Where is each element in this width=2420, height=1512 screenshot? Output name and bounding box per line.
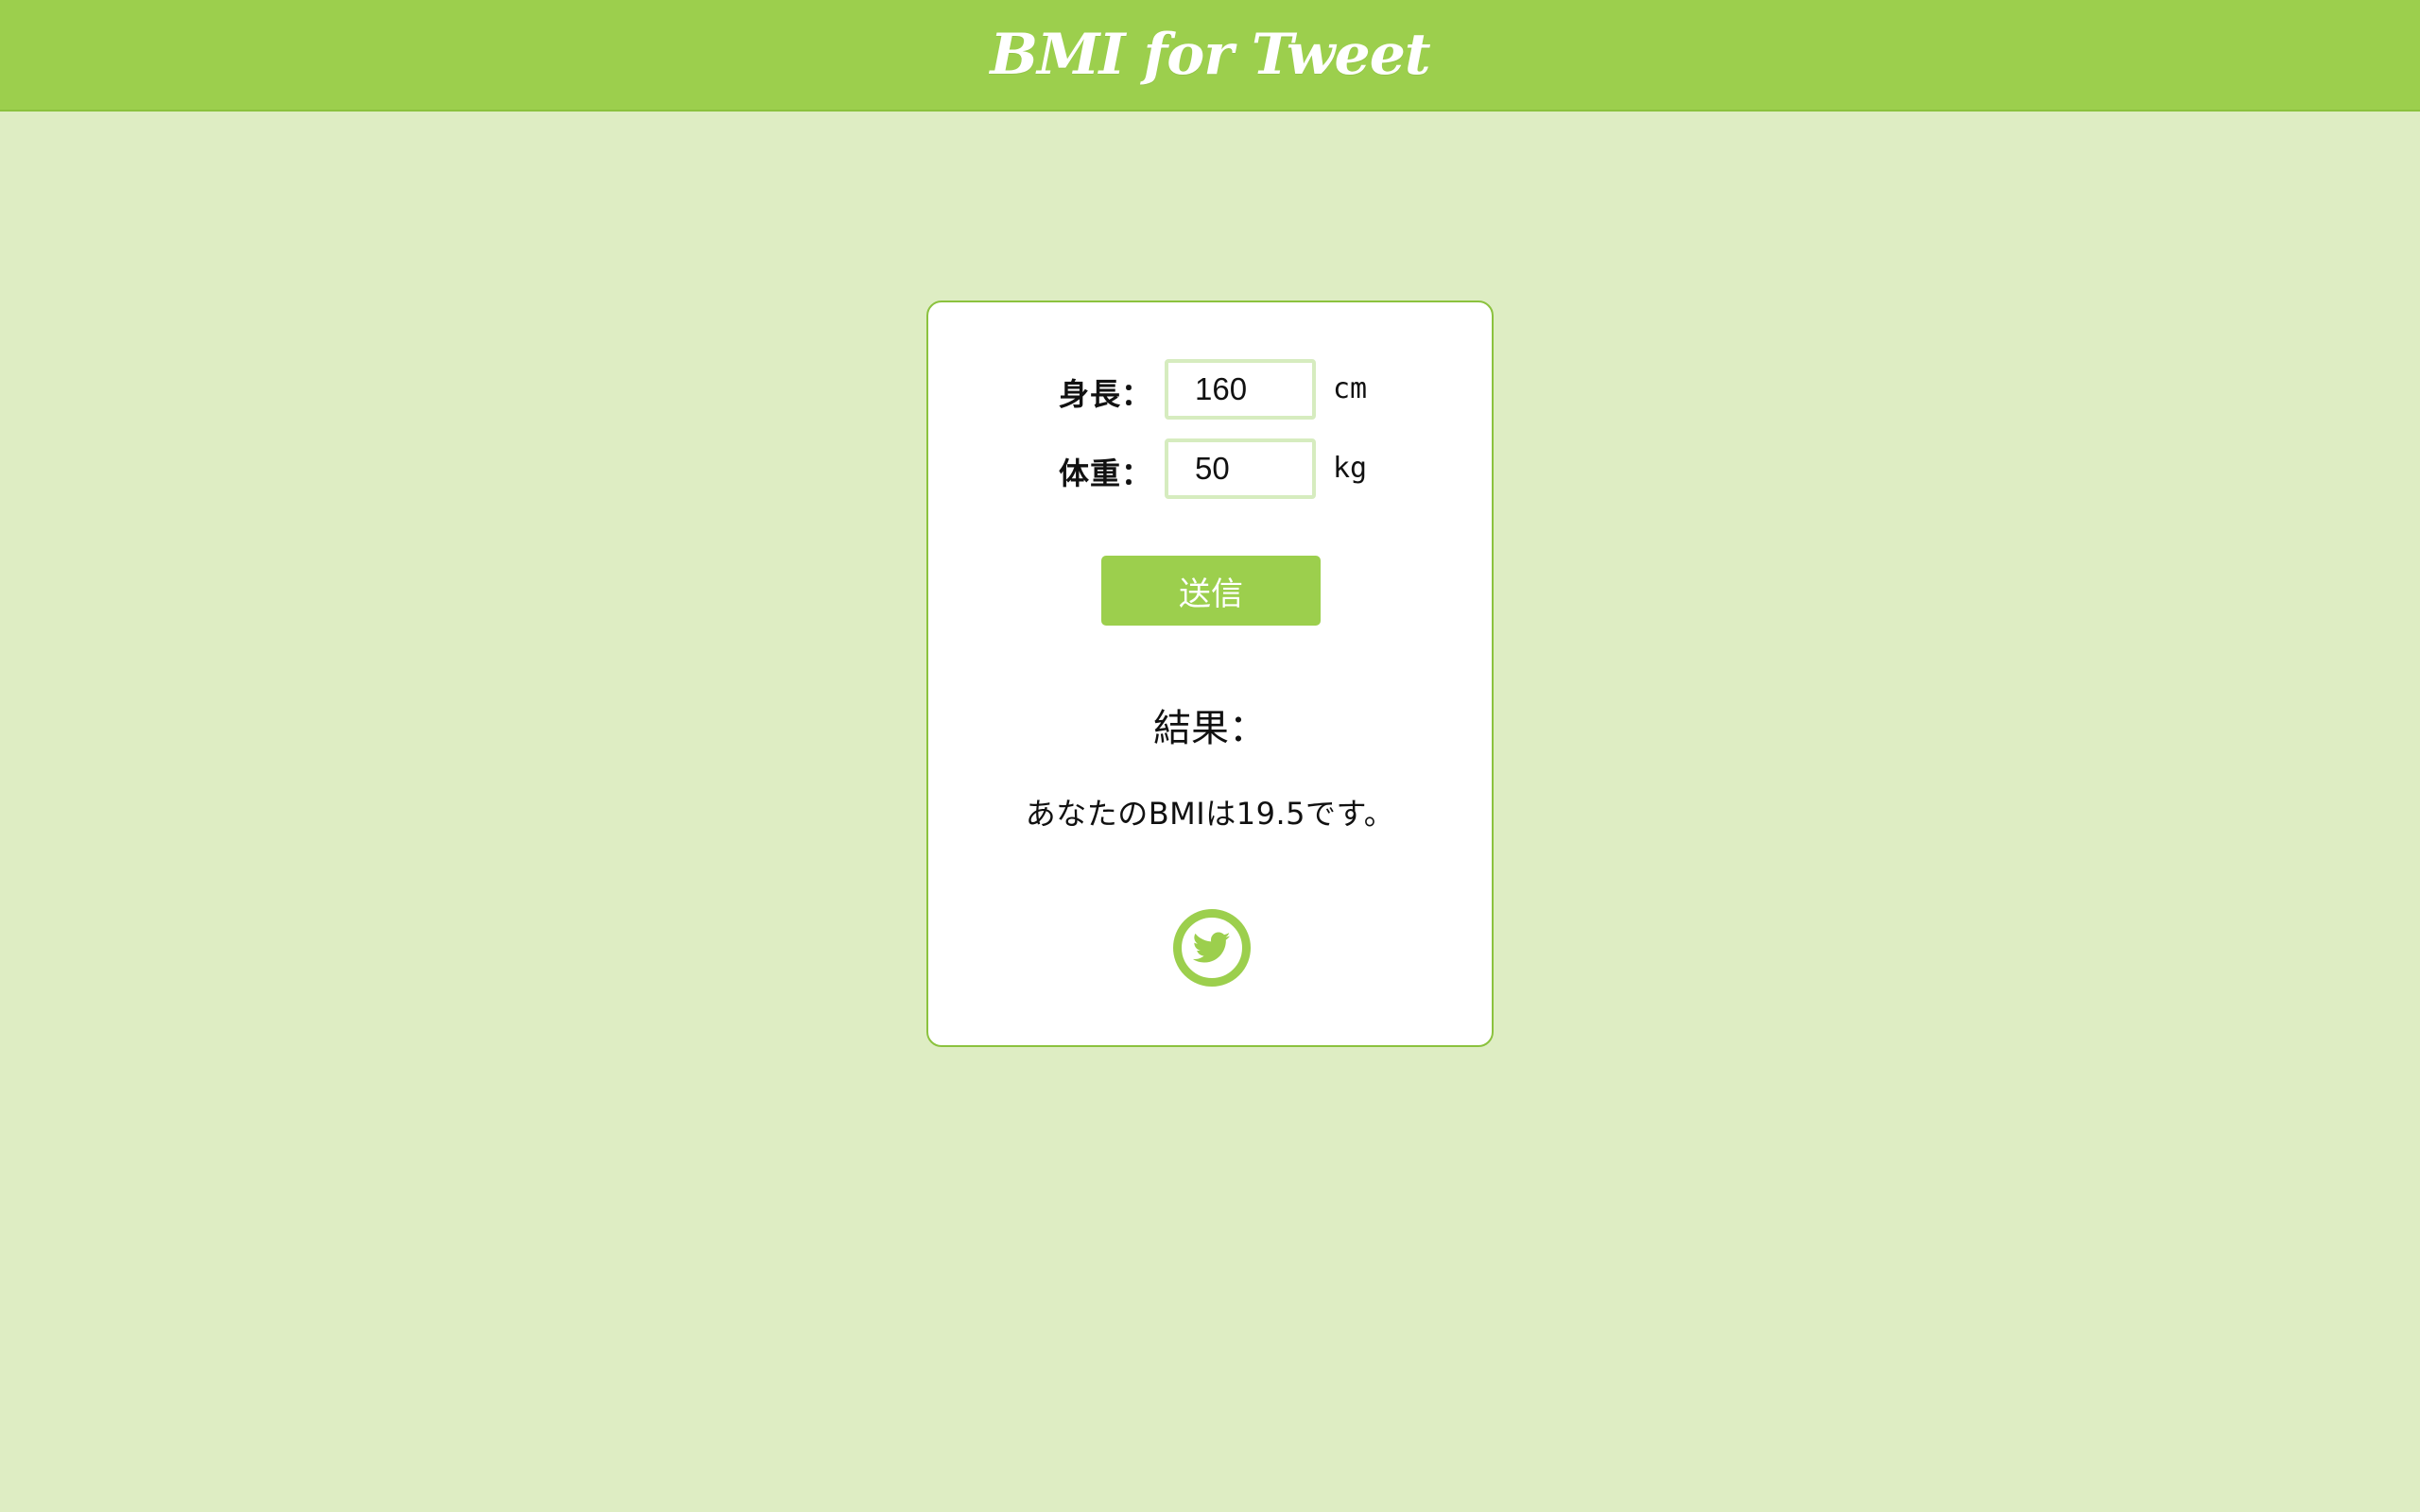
result-heading: 結果：	[1153, 707, 1267, 750]
height-label: 身長：	[1059, 376, 1153, 412]
height-input[interactable]	[1165, 359, 1316, 420]
weight-input[interactable]	[1165, 438, 1316, 499]
height-row: 身長： cm	[928, 359, 1492, 421]
app-header: BMI for Tweet	[0, 0, 2420, 112]
tweet-button[interactable]	[1173, 909, 1251, 987]
submit-button[interactable]: 送信	[1101, 556, 1321, 626]
weight-row: 体重： kg	[928, 438, 1492, 501]
weight-label: 体重：	[1059, 455, 1153, 491]
app-title: BMI for Tweet	[990, 22, 1430, 88]
height-unit: cm	[1333, 372, 1368, 405]
bmi-card: 身長： cm 体重： kg 送信 結果： あなたのBMIは19.5です。	[926, 301, 1494, 1047]
twitter-icon	[1193, 932, 1231, 963]
weight-unit: kg	[1333, 452, 1368, 485]
result-text: あなたのBMIは19.5です。	[1025, 796, 1395, 832]
